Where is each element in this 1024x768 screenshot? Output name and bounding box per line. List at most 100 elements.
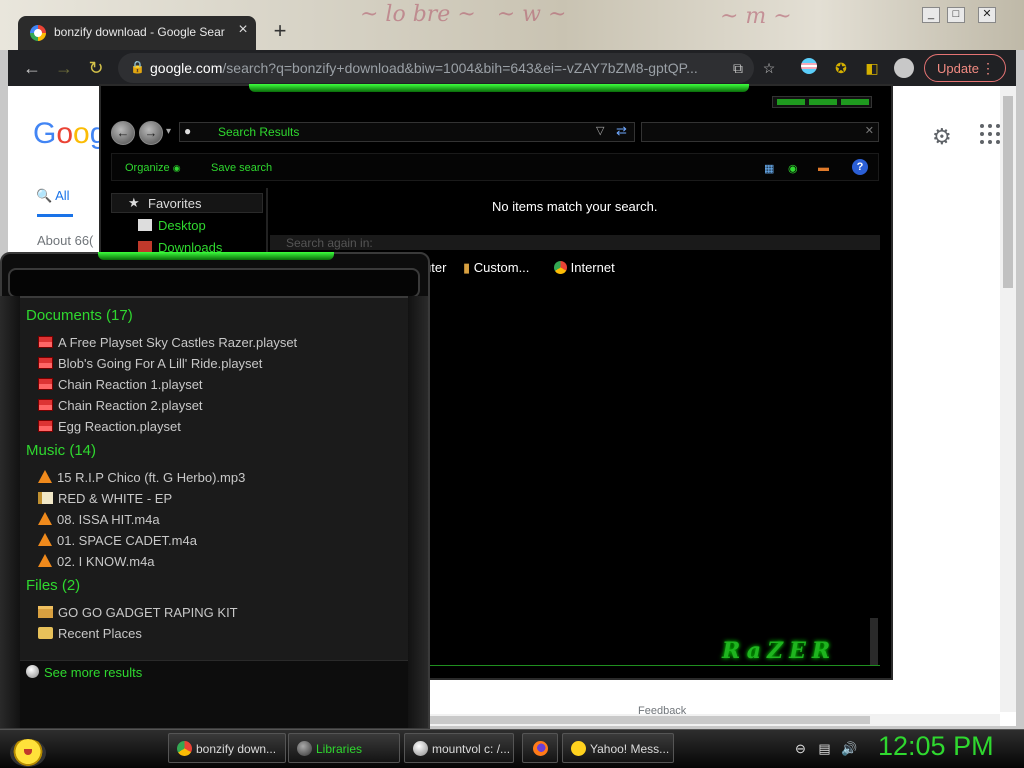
organize-button[interactable]: Organize ◉	[125, 162, 181, 174]
taskbar-button-chrome[interactable]: bonzify down...	[168, 733, 286, 763]
share-icon[interactable]: ⧉	[728, 58, 748, 78]
tab-all-indicator	[37, 214, 73, 217]
yahoo-messenger-icon	[571, 741, 586, 756]
view-options-icon[interactable]: ◉	[788, 162, 798, 175]
save-search-button[interactable]: Save search	[211, 162, 272, 174]
list-item[interactable]: Egg Reaction.playset	[38, 419, 181, 434]
history-dropdown-icon[interactable]: ▾	[166, 126, 171, 137]
search-location-internet[interactable]: Internet	[554, 260, 615, 275]
vlc-cone-icon	[38, 533, 52, 546]
extensions-puzzle-icon[interactable]: ✪	[831, 58, 851, 78]
nav-item-desktop[interactable]: Desktop	[138, 218, 206, 233]
list-item[interactable]: A Free Playset Sky Castles Razer.playset	[38, 335, 297, 350]
clear-search-icon[interactable]: ✕	[865, 124, 874, 137]
category-documents[interactable]: Documents (17)	[26, 307, 133, 324]
logo-letter: o	[56, 117, 74, 150]
tab-all[interactable]: 🔍 All	[36, 188, 70, 204]
list-item[interactable]: 01. SPACE CADET.m4a	[38, 533, 197, 548]
list-item[interactable]: Chain Reaction 1.playset	[38, 377, 203, 392]
nav-favorites[interactable]: ★ Favorites	[111, 193, 263, 213]
list-item[interactable]: Chain Reaction 2.playset	[38, 398, 203, 413]
list-item[interactable]: RED & WHITE - EP	[38, 491, 172, 506]
refresh-icon[interactable]: ⇄	[616, 123, 627, 139]
nav-pane-splitter[interactable]	[266, 188, 268, 258]
playset-file-icon	[38, 399, 53, 411]
breadcrumb-dropdown-icon[interactable]: ▽	[596, 124, 604, 137]
google-apps-icon[interactable]	[980, 124, 1000, 144]
window-glow-accent	[249, 84, 749, 92]
chrome-icon	[177, 741, 192, 756]
settings-gear-icon[interactable]: ⚙	[932, 124, 952, 150]
help-icon[interactable]: ?	[852, 159, 868, 175]
see-more-results-link[interactable]: See more results	[44, 665, 142, 680]
start-menu-search-box[interactable]	[8, 268, 420, 298]
search-location-custom[interactable]: ▮ Custom...	[463, 260, 529, 276]
playset-file-icon	[38, 378, 53, 390]
forward-arrow-icon[interactable]: →	[52, 56, 76, 80]
list-item[interactable]: GO GO GADGET RAPING KIT	[38, 605, 238, 620]
category-files[interactable]: Files (2)	[26, 577, 80, 594]
reload-icon[interactable]: ↻	[84, 56, 108, 80]
chrome-icon	[554, 261, 567, 274]
list-item[interactable]: 08. ISSA HIT.m4a	[38, 512, 160, 527]
explorer-search-input[interactable]: ✕	[641, 122, 879, 142]
desktop-icon	[138, 219, 152, 231]
maximize-button[interactable]: □	[947, 7, 965, 23]
tray-network-icon[interactable]: ▤	[817, 741, 832, 756]
start-orb-icon[interactable]	[10, 739, 46, 767]
search-folder-icon: ●	[184, 124, 192, 138]
recent-places-icon	[38, 627, 53, 639]
back-arrow-icon[interactable]: ←	[20, 56, 44, 80]
list-item[interactable]: 15 R.I.P Chico (ft. G Herbo).mp3	[38, 470, 245, 485]
tray-volume-icon[interactable]: 🔊	[841, 741, 857, 756]
list-item[interactable]: Recent Places	[38, 626, 142, 641]
new-tab-button[interactable]: +	[268, 18, 292, 44]
result-stats: About 66(	[37, 233, 94, 248]
taskbar-button-firefox[interactable]	[522, 733, 558, 763]
explorer-breadcrumb[interactable]: ● Search Results ▽ ⇄	[179, 122, 635, 142]
search-magnifier-icon	[26, 665, 39, 678]
taskbar-label: Yahoo! Mess...	[590, 742, 670, 756]
url-text: google.com/search?q=bonzify+download&biw…	[150, 60, 698, 76]
update-label: Update	[937, 61, 979, 76]
bookmark-star-icon[interactable]: ☆	[759, 58, 779, 78]
category-music[interactable]: Music (14)	[26, 442, 96, 459]
account-avatar-icon[interactable]	[894, 58, 914, 78]
more-menu-icon[interactable]: ⋮	[981, 60, 995, 77]
logo-letter: G	[33, 117, 57, 150]
playset-file-icon	[38, 357, 53, 369]
folder-icon: ▮	[463, 260, 471, 275]
tab-close-icon[interactable]: ×	[234, 21, 252, 43]
explorer-back-icon[interactable]: ←	[111, 121, 135, 145]
list-item[interactable]: 02. I KNOW.m4a	[38, 554, 155, 569]
minimize-button[interactable]: _	[922, 7, 940, 23]
page-horizontal-scrollbar[interactable]	[430, 714, 1000, 726]
taskbar-label: bonzify down...	[196, 742, 277, 756]
profile-flag-icon[interactable]	[799, 58, 819, 78]
start-menu-glow-accent	[98, 252, 334, 260]
explorer-window-controls[interactable]	[772, 96, 872, 108]
list-item[interactable]: Blob's Going For A Lill' Ride.playset	[38, 356, 262, 371]
search-again-header: Search again in:	[270, 235, 880, 250]
google-favicon-icon	[30, 25, 46, 41]
browser-tab[interactable]: bonzify download - Google Sear ×	[18, 16, 256, 50]
tray-action-center-icon[interactable]: ⊖	[793, 741, 808, 756]
vlc-cone-icon	[38, 512, 52, 525]
google-logo[interactable]: Goog	[33, 117, 106, 151]
address-bar[interactable]: 🔒 google.com/search?q=bonzify+download&b…	[118, 53, 754, 83]
update-button[interactable]: Update ⋮	[924, 54, 1006, 82]
explorer-forward-icon[interactable]: →	[139, 121, 163, 145]
page-vertical-scrollbar[interactable]	[1000, 86, 1016, 712]
taskbar-button-cmd[interactable]: mountvol c: /...	[404, 733, 514, 763]
taskbar-label: mountvol c: /...	[432, 742, 511, 756]
taskbar-button-yahoo-messenger[interactable]: Yahoo! Mess...	[562, 733, 674, 763]
view-icon[interactable]: ▦	[764, 162, 774, 175]
explorer-command-bar: Organize ◉ Save search ▦ ◉ ▬	[111, 153, 879, 181]
close-window-button[interactable]: ✕	[978, 7, 996, 23]
explorer-scrollbar[interactable]	[870, 618, 878, 666]
taskbar-button-libraries[interactable]: Libraries	[288, 733, 400, 763]
libraries-icon	[297, 741, 312, 756]
side-panel-icon[interactable]: ◧	[862, 58, 882, 78]
preview-pane-icon[interactable]: ▬	[818, 162, 829, 174]
taskbar-clock[interactable]: 12:05 PM	[878, 731, 994, 762]
